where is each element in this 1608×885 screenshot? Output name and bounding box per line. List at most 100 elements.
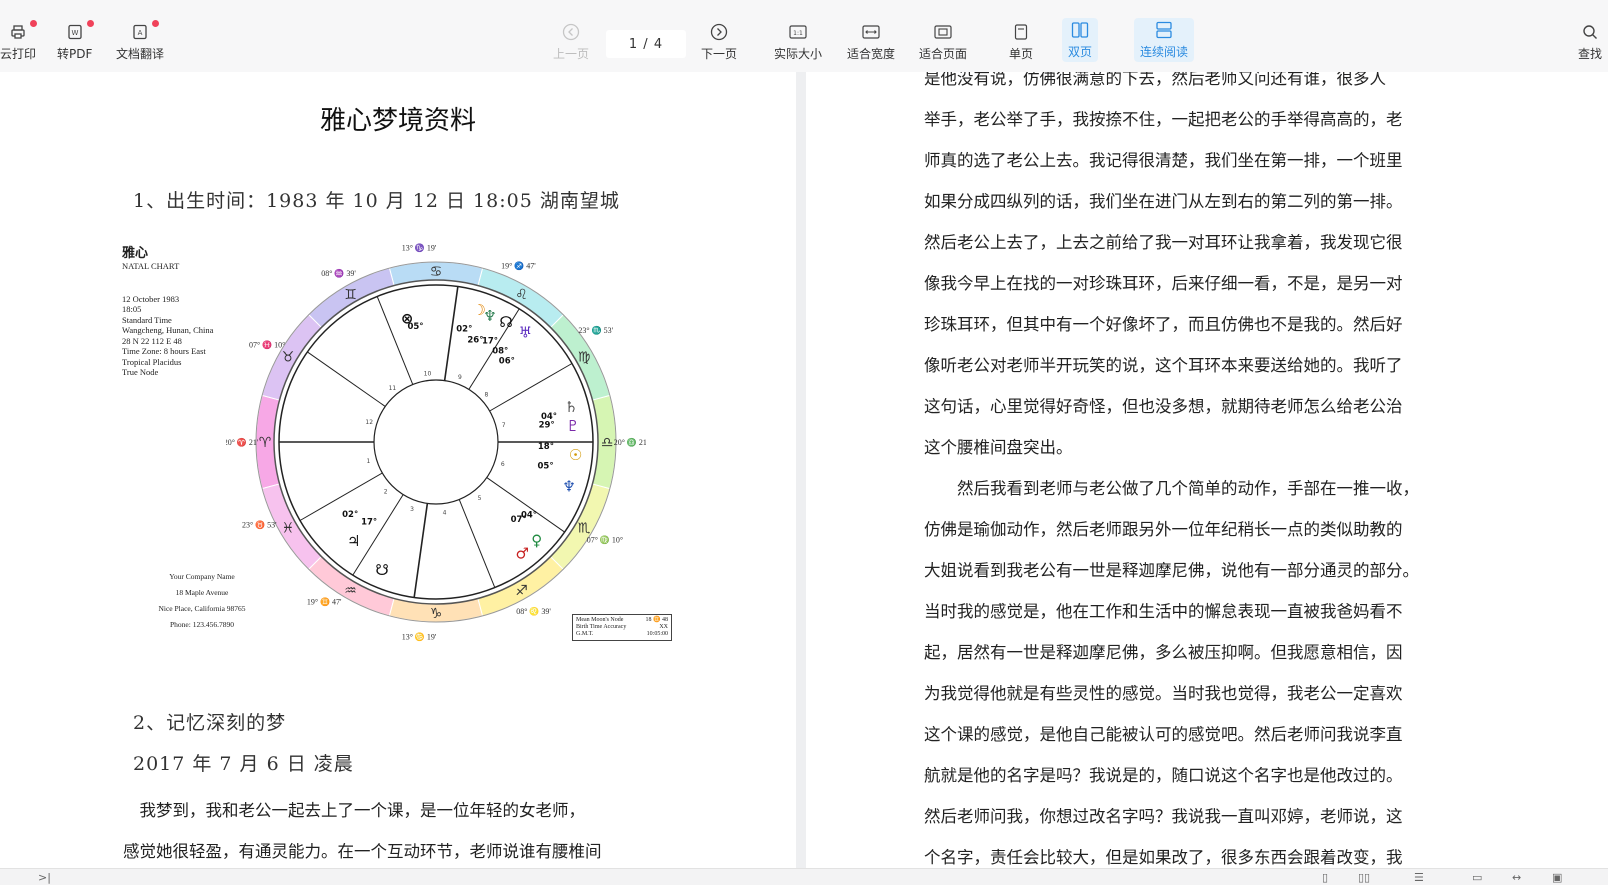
notification-dot <box>86 20 94 27</box>
text-line: 像我今早上在找的一对珍珠耳环，后来仔细一看，不是，是另一对 <box>924 274 1403 293</box>
continuous-read-button[interactable]: 连续阅读 <box>1134 18 1195 62</box>
text-line: 这句话，心里觉得好奇怪，但也没多想，就期待老师怎么给老公治 <box>924 397 1403 416</box>
chart-info-line: 28 N 22 112 E 48 <box>122 335 182 346</box>
next-page-button[interactable]: 下一页 <box>701 22 737 62</box>
text-line: 当时我的感觉是，他在工作和生活中的懈怠表现一直被我爸妈看不 <box>924 602 1403 621</box>
natal-chart-info: 雅心 NATAL CHART 12 October 1983 18:05 Sta… <box>122 242 213 378</box>
actual-size-icon[interactable]: ▭ <box>1472 871 1482 884</box>
planet-glyph: ♀ <box>531 531 542 549</box>
zodiac-glyph: ♊ <box>344 287 357 303</box>
document-page-right: 是他没有说，仿佛很满意的下去，然后老师又问还有谁，很多人 举手，老公举了手，我按捺… <box>806 72 1608 868</box>
double-page-icon <box>1069 20 1091 40</box>
planet-degree: 05° <box>538 461 554 471</box>
status-bar: >| ▯ ▯▯ ☰ ▭ ↔ ▣ <box>0 868 1608 885</box>
cusp-label: 20° ♎ 21' <box>614 437 646 447</box>
fit-page-icon[interactable]: ▣ <box>1552 871 1562 884</box>
text-line: 个名字，责任会比较大，但是如果改了，很多东西会跟着改变，我 <box>924 848 1403 867</box>
text-line: 像听老公对老师半开玩笑的说，这个耳环本来要送给她的。我听了 <box>924 356 1403 375</box>
natal-chart-wheel: ♈♉♊♋♌♍♎♏♐♑♒♓12345678910111213° ♑ 19'19° … <box>226 243 646 642</box>
section-birth-time: 1、出生时间：1983 年 10 月 12 日 18:05 湖南望城 <box>133 190 620 212</box>
house-number: 9 <box>458 374 462 381</box>
chart-subtitle: NATAL CHART <box>122 261 180 271</box>
planet-degree: 06° <box>499 356 515 366</box>
house-number: 6 <box>501 461 505 468</box>
planet-degree: 29° <box>539 420 555 430</box>
text-line: 然后老公上去了，上去之前给了我一对耳环让我拿着，我发现它很 <box>924 233 1403 252</box>
continuous-read-label: 连续阅读 <box>1140 45 1189 59</box>
cusp-label: 13° ♑ 19' <box>402 243 437 253</box>
text-line: 航就是他的名字是吗？我说是的，随口说这个名字也是他改过的。 <box>924 766 1403 785</box>
planet-degree: 08° <box>492 346 508 356</box>
cloud-print-button[interactable]: 云打印 <box>0 20 37 62</box>
collapse-icon[interactable]: >| <box>38 871 51 884</box>
svg-text:W: W <box>71 29 78 37</box>
cusp-label: 20° ♈ 21' <box>226 437 259 447</box>
node-val: XX <box>659 624 668 630</box>
text-line: 感觉她很轻盈，有通灵能力。在一个互动环节，老师说谁有腰椎间 <box>123 842 602 861</box>
planet-glyph: ☊ <box>499 313 512 331</box>
house-number: 8 <box>484 391 488 398</box>
zodiac-glyph: ♐ <box>515 583 528 599</box>
fit-width-button[interactable]: 适合宽度 <box>847 22 895 62</box>
text-line: 如果分成四纵列的话，我们坐在进门从左到右的第二列的第一排。 <box>924 192 1403 211</box>
planet-glyph: ☋ <box>375 561 388 579</box>
chart-info-line: Standard Time <box>122 314 172 325</box>
node-key: Birth Time Accuracy <box>576 624 627 630</box>
text-line: 珍珠耳环，但其中有一个好像坏了，而且仿佛也不是我的。然后好 <box>924 315 1403 334</box>
fit-width-label: 适合宽度 <box>847 47 896 61</box>
prev-page-label: 上一页 <box>553 47 590 61</box>
cusp-label: 19° ♊ 47' <box>307 597 342 607</box>
node-val: 18 ♊ 48 <box>645 617 668 623</box>
chart-info-line: 12 October 1983 <box>122 293 180 304</box>
house-number: 11 <box>389 385 397 392</box>
zodiac-glyph: ♌ <box>515 287 528 303</box>
cusp-label: 08° ♌ 39' <box>516 606 551 616</box>
actual-size-icon: 1:1 <box>787 22 809 42</box>
text-line: 我梦到，我和老公一起去上了一个课，是一位年轻的女老师， <box>123 801 586 820</box>
zodiac-glyph: ♍ <box>578 350 591 366</box>
continuous-read-icon[interactable]: ☰ <box>1414 871 1424 884</box>
chart-info-line: 18:05 <box>122 304 142 314</box>
doc-translate-button[interactable]: A 文档翻译 <box>116 20 164 62</box>
printer-icon <box>7 20 37 42</box>
cusp-label: 19° ♐ 47' <box>501 260 536 270</box>
fit-width-icon[interactable]: ↔ <box>1512 871 1521 884</box>
prev-page-button[interactable]: 上一页 <box>553 22 589 62</box>
planet-degree: 17° <box>482 336 498 346</box>
planet-degree: 18° <box>538 442 554 452</box>
text-line: 仿佛是瑜伽动作，然后老师跟另外一位年纪稍长一点的类似助教的 <box>924 520 1403 539</box>
zodiac-glyph: ♎ <box>601 435 614 451</box>
to-pdf-button[interactable]: W 转PDF <box>57 20 94 62</box>
double-page-label: 双页 <box>1068 45 1093 59</box>
actual-size-button[interactable]: 1:1 实际大小 <box>774 22 822 62</box>
wheel-center <box>373 379 499 505</box>
house-number: 12 <box>365 419 373 426</box>
text-line: 师真的选了老公上去。我记得很清楚，我们坐在第一排，一个班里 <box>924 151 1403 170</box>
single-page-button[interactable]: 单页 <box>1009 22 1033 62</box>
cusp-label: 07° ♍ 10° <box>587 535 623 545</box>
double-page-icon[interactable]: ▯▯ <box>1358 871 1370 884</box>
node-key: Mean Moon's Node <box>576 617 624 623</box>
cusp-label: 07° ♓ 10° <box>249 340 285 350</box>
zodiac-glyph: ♒ <box>344 583 357 599</box>
search-button[interactable]: 查找 <box>1578 22 1602 62</box>
text-line: 是他没有说，仿佛很满意的下去，然后老师又问还有谁，很多人 <box>924 72 1386 88</box>
planet-glyph: ♆ <box>483 307 496 325</box>
text-line: 起，居然有一世是释迦摩尼佛，多么被压抑啊。但我愿意相信，因 <box>924 643 1403 662</box>
page-number-input[interactable]: 1 / 4 <box>606 30 686 58</box>
section-dream-date: 2017 年 7 月 6 日 凌晨 <box>133 753 354 775</box>
cusp-label: 08° ♒ 39' <box>321 268 356 278</box>
chart-info-line: True Node <box>122 367 159 377</box>
document-title: 雅心梦境资料 <box>319 106 476 136</box>
planet-glyph: ♆ <box>562 477 575 495</box>
search-icon <box>1579 22 1601 42</box>
fit-page-button[interactable]: 适合页面 <box>919 22 967 62</box>
house-number: 4 <box>443 509 447 516</box>
section-memorable-dream: 2、记忆深刻的梦 <box>133 712 287 734</box>
company-line: 18 Maple Avenue <box>175 588 229 597</box>
planet-glyph: ♃ <box>347 532 360 550</box>
single-page-icon[interactable]: ▯ <box>1322 871 1328 884</box>
fit-page-label: 适合页面 <box>919 47 968 61</box>
notification-dot <box>30 20 37 27</box>
double-page-button[interactable]: 双页 <box>1062 18 1099 62</box>
